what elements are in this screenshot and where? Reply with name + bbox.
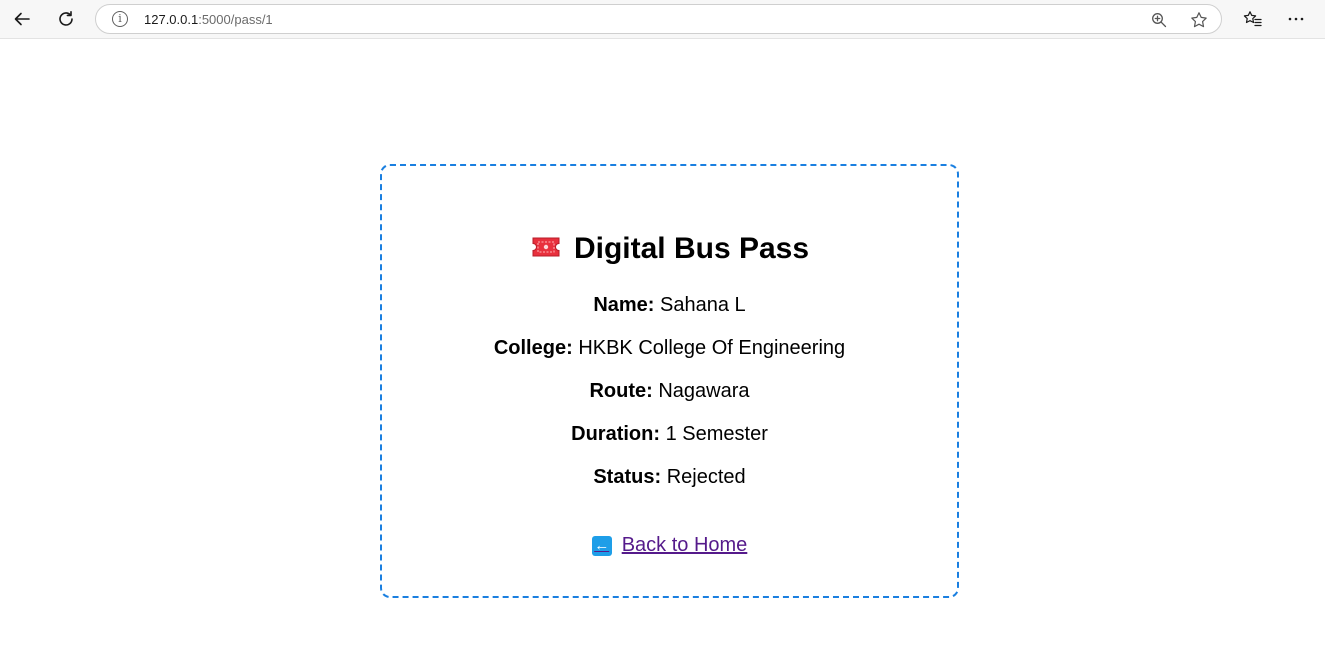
field-name: Name: Sahana L: [382, 294, 957, 317]
field-route: Route: Nagawara: [382, 380, 957, 403]
field-duration-value: 1 Semester: [665, 423, 768, 445]
url-path: :5000/pass/1: [198, 12, 273, 27]
back-icon[interactable]: [9, 6, 35, 32]
favorites-icon[interactable]: [1240, 6, 1266, 32]
star-icon[interactable]: [1189, 10, 1209, 30]
field-name-label: Name:: [593, 294, 655, 316]
bus-pass-card: Digital Bus Pass Name: Sahana L College:…: [380, 164, 959, 598]
field-duration: Duration: 1 Semester: [382, 423, 957, 446]
back-to-home-link[interactable]: ← Back to Home: [382, 534, 957, 557]
url-host: 127.0.0.1: [144, 12, 199, 27]
field-route-label: Route:: [589, 380, 653, 402]
pass-title-heading: Digital Bus Pass: [382, 232, 957, 266]
left-arrow-icon: ←: [591, 535, 612, 556]
address-bar[interactable]: i 127.0.0.1:5000/pass/1: [95, 4, 1222, 34]
field-route-value: Nagawara: [658, 380, 750, 402]
ticket-icon: [530, 232, 562, 266]
field-college-value: HKBK College Of Engineering: [578, 337, 846, 359]
field-status-label: Status:: [593, 466, 662, 488]
field-college-label: College:: [493, 337, 573, 359]
pass-title: Digital Bus Pass: [573, 232, 810, 265]
info-icon[interactable]: i: [112, 11, 128, 27]
field-status: Status: Rejected: [382, 466, 957, 489]
back-to-home-label: Back to Home: [621, 534, 748, 556]
url-text[interactable]: 127.0.0.1:5000/pass/1: [144, 12, 273, 27]
more-icon[interactable]: [1283, 6, 1309, 32]
field-college: College: HKBK College Of Engineering: [382, 337, 957, 360]
field-name-value: Sahana L: [660, 294, 746, 316]
zoom-icon[interactable]: [1149, 10, 1169, 30]
reload-icon[interactable]: [53, 6, 79, 32]
field-duration-label: Duration:: [571, 423, 661, 445]
field-status-value: Rejected: [666, 466, 746, 488]
browser-toolbar: i 127.0.0.1:5000/pass/1: [0, 0, 1325, 39]
